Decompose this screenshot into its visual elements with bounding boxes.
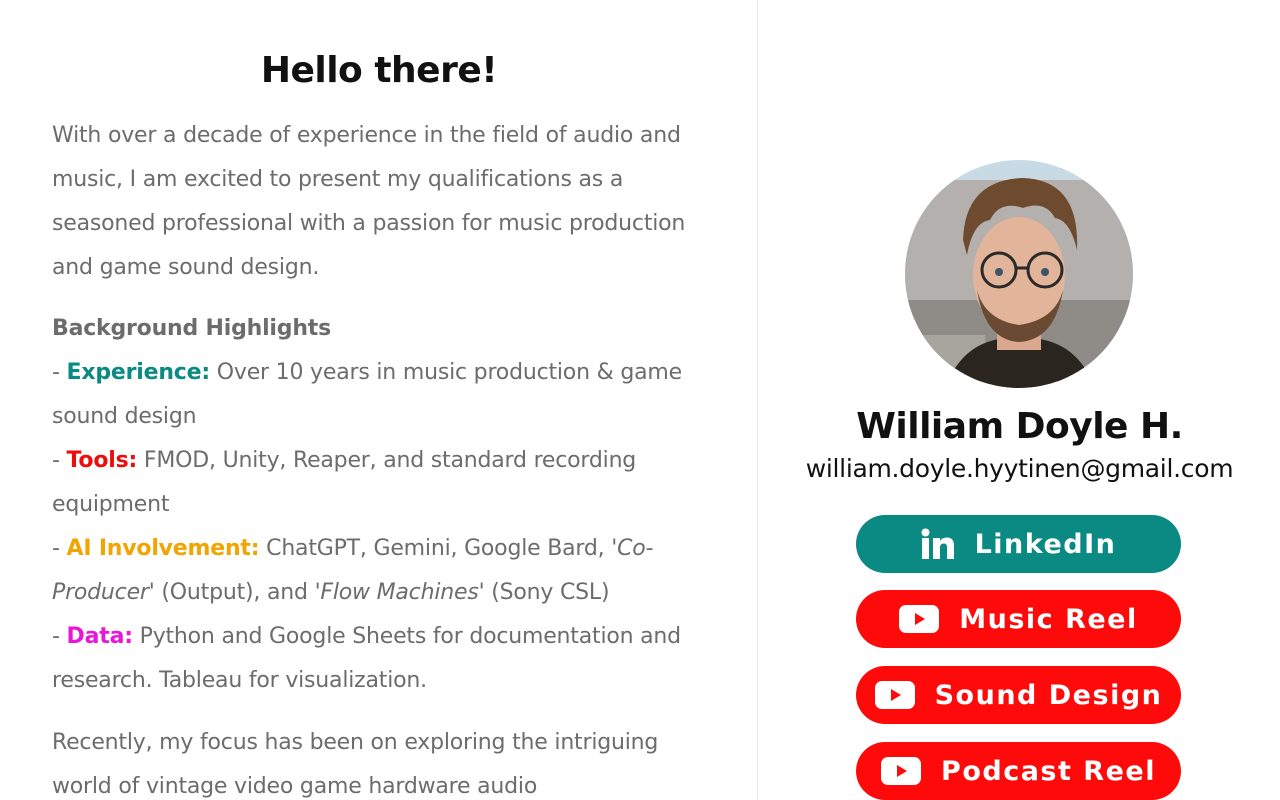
recent-focus-paragraph: Recently, my focus has been on exploring… xyxy=(52,730,659,799)
youtube-icon xyxy=(881,757,922,785)
podcast-reel-label: Podcast Reel xyxy=(941,755,1156,787)
ai-text-a: ChatGPT, Gemini, Google Bard, xyxy=(259,536,612,561)
background-highlights: Background Highlights - Experience: Over… xyxy=(52,307,714,703)
avatar-photo xyxy=(905,160,1133,388)
youtube-icon xyxy=(899,605,940,633)
music-reel-button[interactable]: Music Reel xyxy=(856,590,1181,648)
bullet-dash: - xyxy=(52,360,67,385)
profile-email[interactable]: william.doyle.hyytinen@gmail.com xyxy=(759,454,1280,483)
tools-text: FMOD, Unity, Reaper, and standard record… xyxy=(52,448,637,517)
ai-flow-machines: 'Flow Machines' xyxy=(314,580,485,605)
profile-column: William Doyle H. william.doyle.hyytinen@… xyxy=(759,0,1280,800)
bio-column: Hello there! With over a decade of exper… xyxy=(0,0,758,800)
bullet-dash: - xyxy=(52,448,67,473)
ai-text-b: (Output), and xyxy=(154,580,315,605)
podcast-reel-button[interactable]: Podcast Reel xyxy=(856,742,1181,800)
highlight-ai-involvement: - AI Involvement: ChatGPT, Gemini, Googl… xyxy=(52,527,714,615)
highlight-data: - Data: Python and Google Sheets for doc… xyxy=(52,615,714,703)
data-text: Python and Google Sheets for documentati… xyxy=(52,624,681,693)
linkedin-icon xyxy=(921,528,954,559)
highlights-heading: Background Highlights xyxy=(52,316,331,341)
sound-design-label: Sound Design xyxy=(934,679,1163,711)
avatar xyxy=(905,160,1133,388)
ai-text-c: (Sony CSL) xyxy=(484,580,610,605)
music-reel-label: Music Reel xyxy=(959,603,1138,635)
bullet-dash: - xyxy=(52,536,67,561)
highlight-experience: - Experience: Over 10 years in music pro… xyxy=(52,351,714,439)
profile-name: William Doyle H. xyxy=(856,406,1183,447)
highlight-tools: - Tools: FMOD, Unity, Reaper, and standa… xyxy=(52,439,714,527)
experience-label: Experience: xyxy=(66,360,211,385)
youtube-icon xyxy=(874,681,915,709)
ai-involvement-label: AI Involvement: xyxy=(66,536,260,561)
linkedin-label: LinkedIn xyxy=(974,528,1117,560)
data-label: Data: xyxy=(66,624,133,649)
tools-label: Tools: xyxy=(66,448,138,473)
greeting-heading: Hello there! xyxy=(260,50,498,91)
sound-design-button[interactable]: Sound Design xyxy=(856,666,1181,724)
bullet-dash: - xyxy=(52,624,67,649)
intro-paragraph: With over a decade of experience in the … xyxy=(52,123,686,280)
linkedin-button[interactable]: LinkedIn xyxy=(856,515,1181,573)
